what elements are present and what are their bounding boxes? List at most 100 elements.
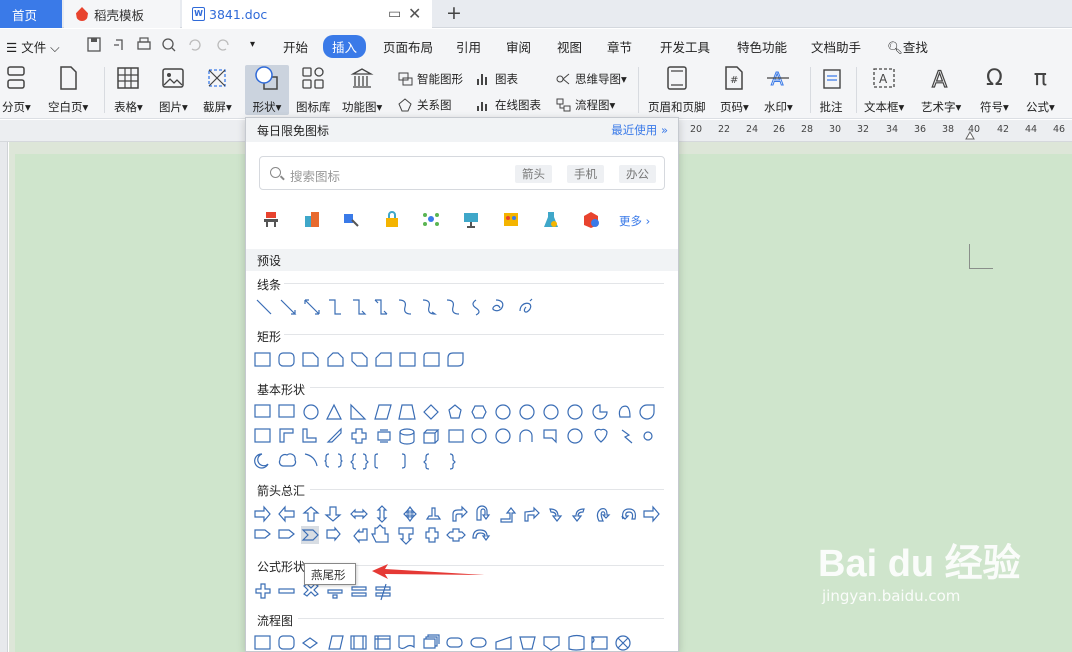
shape-button[interactable]: 形状▾ — [245, 65, 289, 115]
svg-text:#: # — [730, 75, 738, 86]
preset-label: 预设 — [257, 254, 282, 268]
tab-bar: 首页 稻壳模板 W 3841.doc ▭ ✕ + — [0, 0, 1072, 28]
chip-arrow[interactable]: 箭头 — [515, 165, 552, 183]
indent-marker-icon[interactable] — [965, 130, 975, 140]
smartart-label: 智能图形 — [417, 72, 463, 86]
section-lines: 线条 — [257, 278, 282, 292]
comment-button[interactable]: 批注 — [818, 65, 844, 115]
tab-template-label: 稻壳模板 — [94, 7, 145, 23]
online-chart-button[interactable]: 在线图表 — [476, 97, 541, 113]
building-icon[interactable] — [303, 210, 321, 228]
menu-layout[interactable]: 页面布局 — [383, 37, 433, 56]
ruler-mark: 46 — [1053, 124, 1066, 135]
relation-chart-button[interactable]: 关系图 — [398, 97, 452, 113]
ruler-mark: 22 — [718, 124, 731, 135]
menu-reference[interactable]: 引用 — [456, 37, 481, 56]
ruler-mark: 30 — [829, 124, 842, 135]
tab-template[interactable]: 稻壳模板 — [64, 0, 180, 28]
podium-icon[interactable] — [262, 210, 280, 228]
table-button[interactable]: 表格▾ — [114, 65, 143, 115]
recent-used-link[interactable]: 最近使用 » — [611, 122, 668, 138]
lock-icon[interactable] — [383, 210, 401, 228]
network-icon[interactable] — [422, 210, 440, 228]
icon-search-input[interactable]: 搜索图标 箭头 手机 办公 — [259, 156, 665, 190]
menu-features[interactable]: 特色功能 — [737, 37, 787, 56]
customize-dropdown-icon[interactable]: ▾ — [250, 39, 255, 50]
red-annotation-arrow — [372, 564, 485, 579]
ruler-mark: 38 — [942, 124, 955, 135]
presentation-icon[interactable] — [462, 210, 480, 228]
new-tab-button[interactable]: + — [446, 2, 462, 24]
ribbon-divider — [856, 67, 857, 113]
panel-header: 每日限免图标 最近使用 » — [246, 118, 678, 142]
basic-shapes-grid[interactable] — [254, 402, 666, 472]
menu-devtools[interactable]: 开发工具 — [660, 37, 710, 56]
box-icon[interactable] — [582, 210, 600, 228]
menu-view[interactable]: 视图 — [557, 37, 582, 56]
docer-logo-icon — [76, 7, 88, 21]
team-icon[interactable] — [502, 210, 520, 228]
search-icon: 🔍︎ — [887, 40, 903, 55]
icon-library-button[interactable]: 图标库 — [296, 65, 331, 115]
close-tab-icon[interactable]: ✕ — [408, 4, 421, 23]
menu-bar: ☰ 文件 ⌵ ▾ 开始 插入 页面布局 引用 审阅 视图 章节 开发工具 特色功… — [0, 29, 1072, 61]
ruler-mark: 20 — [690, 124, 703, 135]
wordart-button[interactable]: A 艺术字▾ — [921, 65, 961, 115]
comment-label: 批注 — [819, 100, 843, 114]
mindmap-button[interactable]: 思维导图▾ — [556, 71, 627, 87]
formula-button[interactable]: π 公式▾ — [1026, 65, 1055, 115]
header-footer-button[interactable]: 页眉和页脚 — [648, 65, 706, 115]
more-icons-link[interactable]: 更多 › — [619, 213, 650, 229]
section-basic-shapes: 基本形状 — [257, 383, 306, 397]
menu-chapter[interactable]: 章节 — [607, 37, 632, 56]
menu-insert[interactable]: 插入 — [323, 35, 367, 58]
picture-button[interactable]: 图片▾ — [159, 65, 188, 115]
rect-shapes-row[interactable] — [254, 350, 474, 370]
ribbon-divider — [810, 67, 811, 113]
menu-doc-assistant[interactable]: 文档助手 — [811, 37, 861, 56]
pin-icon[interactable]: ▭ — [388, 6, 401, 22]
menu-start[interactable]: 开始 — [283, 37, 308, 56]
relation-chart-label: 关系图 — [417, 98, 452, 112]
flowchart-shapes-row[interactable] — [254, 633, 666, 652]
flowchart-button[interactable]: 流程图▾ — [556, 97, 615, 113]
blank-page-button[interactable]: 空白页▾ — [48, 65, 88, 115]
smartart-icon — [398, 72, 413, 86]
online-chart-label: 在线图表 — [495, 98, 541, 112]
ruler-mark: 34 — [886, 124, 899, 135]
chip-phone[interactable]: 手机 — [567, 165, 604, 183]
textbox-button[interactable]: A 文本框▾ — [864, 65, 904, 115]
shape-label: 形状▾ — [252, 100, 282, 114]
function-chart-button[interactable]: 功能图▾ — [342, 65, 382, 115]
section-arrows: 箭头总汇 — [257, 484, 306, 498]
line-shapes-row[interactable] — [254, 297, 544, 317]
section-divider — [310, 387, 664, 388]
screenshot-button[interactable]: 截屏▾ — [203, 65, 232, 115]
page-number-button[interactable]: # 页码▾ — [720, 65, 749, 115]
symbol-button[interactable]: Ω 符号▾ — [980, 65, 1009, 115]
tab-home[interactable]: 首页 — [0, 0, 62, 28]
page-break-button[interactable]: 分页▾ — [2, 65, 31, 115]
mindmap-icon — [556, 72, 571, 86]
menu-review[interactable]: 审阅 — [506, 37, 531, 56]
vertical-ruler[interactable] — [0, 142, 8, 652]
word-doc-icon: W — [192, 7, 205, 21]
svg-text:A: A — [771, 69, 784, 90]
section-rectangles: 矩形 — [257, 330, 282, 344]
svg-text:A: A — [932, 68, 947, 90]
section-flowchart: 流程图 — [257, 614, 294, 628]
table-label: 表格▾ — [114, 100, 143, 114]
mindmap-label: 思维导图▾ — [575, 72, 627, 86]
arrow-shapes-grid[interactable] — [254, 504, 666, 550]
watermark-button[interactable]: A 水印▾ — [764, 65, 793, 115]
find-button[interactable]: 🔍︎查找 — [887, 37, 928, 56]
lab-icon[interactable] — [542, 210, 560, 228]
tab-home-label: 首页 — [12, 7, 38, 23]
chart-button[interactable]: 图表 — [476, 71, 518, 87]
smartart-button[interactable]: 智能图形 — [398, 71, 463, 87]
file-menu[interactable]: ☰ 文件 ⌵ — [6, 37, 60, 56]
tools-icon[interactable] — [342, 210, 360, 228]
quick-access-toolbar[interactable] — [86, 37, 236, 53]
chip-office[interactable]: 办公 — [619, 165, 656, 183]
ribbon-divider — [638, 67, 639, 113]
